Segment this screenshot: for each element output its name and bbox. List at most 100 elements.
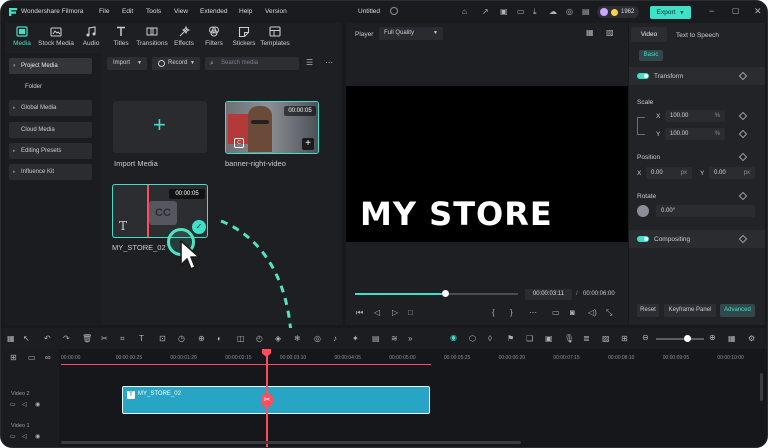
import-media-card[interactable]: + — [113, 101, 207, 153]
scale-x-field[interactable]: 100.00% — [665, 110, 725, 122]
sidebar-item-global-media[interactable]: ▸ Global Media — [9, 100, 92, 116]
gift-icon[interactable]: ⌂ — [462, 8, 467, 16]
progress-knob[interactable] — [441, 290, 449, 297]
play-icon[interactable]: ▷ — [392, 309, 398, 317]
credits-badge[interactable]: 1962 — [597, 6, 639, 18]
folder-icon[interactable]: ▭ — [10, 401, 16, 409]
horizontal-scrollbar[interactable] — [61, 441, 521, 444]
ripple-icon[interactable]: ≋ — [391, 335, 398, 343]
group-icon[interactable]: ▤ — [372, 335, 380, 343]
image-icon[interactable]: ▨ — [606, 29, 614, 37]
filter-icon[interactable]: ☰ — [306, 59, 313, 67]
sidebar-item-editing-presets[interactable]: ▸ Editing Presets — [9, 143, 92, 159]
prev-frame-icon[interactable]: ⏮ — [356, 309, 363, 317]
menu-edit[interactable]: Edit — [122, 8, 133, 15]
more-icon[interactable]: ⋯ — [325, 59, 333, 67]
volume-icon[interactable]: ◁) — [588, 309, 597, 317]
transform-toggle[interactable] — [637, 73, 649, 79]
position-x-field[interactable]: 0.00 px — [646, 167, 692, 179]
subtab-basic[interactable]: Basic — [639, 50, 663, 61]
record-button[interactable]: Record ▼ — [152, 57, 200, 70]
stop-icon[interactable]: □ — [408, 309, 413, 317]
timeline-clip[interactable]: T MY_STORE_02 — [122, 386, 430, 414]
add-to-timeline-button[interactable]: + — [302, 138, 314, 150]
menu-tools[interactable]: Tools — [146, 8, 161, 15]
delete-icon[interactable]: 🗑 — [82, 335, 92, 343]
more-icon[interactable]: ⋯ — [529, 309, 537, 317]
scissors-icon[interactable]: ✂ — [261, 393, 273, 407]
tab-stock-media[interactable]: Stock Media — [36, 26, 76, 47]
sidebar-item-influence-kit[interactable]: ▸ Influence Kit — [9, 164, 92, 180]
snap-icon[interactable]: ◉ — [450, 334, 457, 342]
sidebar-item-folder[interactable]: Folder — [9, 79, 92, 95]
media-thumb-banner[interactable]: 00:00:05 C + — [225, 101, 319, 154]
tab-text-to-speech[interactable]: Text to Speech — [676, 32, 719, 39]
display-icon[interactable]: ▭ — [552, 309, 560, 317]
link-icon[interactable]: ⊞ — [621, 335, 628, 343]
scene-icon[interactable]: ▣ — [545, 335, 553, 343]
freeze-icon[interactable]: ❄ — [294, 335, 301, 343]
link-icon[interactable] — [637, 117, 645, 135]
download-icon[interactable]: ⤓ — [533, 8, 537, 16]
image-icon[interactable]: ▨ — [602, 335, 610, 343]
zoom-tool-icon[interactable]: ⊕ — [198, 335, 205, 343]
volume-icon[interactable]: ◁ — [22, 401, 27, 409]
layout-icon[interactable]: ▣ — [500, 8, 508, 16]
quality-select[interactable]: Full Quality ▼ — [379, 27, 443, 40]
import-button[interactable]: Import ▼ — [107, 57, 147, 70]
text-tool-icon[interactable]: T — [139, 335, 144, 343]
mic-icon[interactable]: 🎙 — [564, 335, 574, 343]
mark-out-icon[interactable]: } — [510, 309, 513, 317]
support-icon[interactable]: ◎ — [566, 8, 573, 16]
motion-icon[interactable]: ◎ — [314, 335, 321, 343]
timeline-grid-icon[interactable]: ▦ — [728, 335, 736, 343]
menu-view[interactable]: View — [174, 8, 188, 15]
vertical-scrollbar[interactable] — [760, 373, 763, 401]
cloud-icon[interactable]: ☁ — [549, 8, 557, 16]
folder-icon[interactable]: ▭ — [10, 433, 16, 441]
rotate-dial[interactable] — [637, 205, 649, 217]
menu-file[interactable]: File — [99, 8, 109, 15]
reset-button[interactable]: Reset — [637, 304, 659, 317]
audio-icon[interactable]: ♪ — [333, 335, 337, 343]
export-button[interactable]: Export ▼ — [650, 6, 691, 19]
fullscreen-icon[interactable]: ⤡ — [606, 309, 612, 317]
shield-icon[interactable]: ◊ — [488, 335, 492, 343]
voice-icon[interactable]: ≣ — [583, 335, 590, 343]
crop-zoom-icon[interactable]: ⊡ — [159, 335, 166, 343]
close-icon[interactable]: ✕ — [754, 7, 762, 16]
compositing-toggle[interactable] — [637, 236, 649, 242]
zoom-slider[interactable] — [656, 335, 704, 342]
render-icon[interactable]: ⬡ — [469, 335, 476, 343]
progress-track[interactable] — [355, 290, 518, 297]
menu-version[interactable]: Version — [265, 8, 287, 15]
eye-icon[interactable]: ◉ — [35, 433, 40, 441]
tab-video[interactable]: Video — [631, 27, 667, 42]
split-icon[interactable]: ✂ — [101, 335, 108, 343]
zoom-out-icon[interactable]: ⊖ — [642, 334, 649, 342]
color-icon[interactable]: ◐ — [217, 335, 222, 343]
speed-icon[interactable]: ◷ — [178, 335, 185, 343]
snapshot-icon[interactable]: ▦ — [586, 29, 594, 37]
add-track-icon[interactable]: ⊞ — [10, 354, 17, 362]
timeline-settings-icon[interactable]: ⚙ — [748, 335, 755, 343]
eye-icon[interactable]: ◉ — [35, 401, 40, 409]
marker-icon[interactable]: ⚑ — [507, 335, 514, 343]
keyframe-panel-button[interactable]: Keyframe Panel — [664, 304, 716, 317]
minimize-icon[interactable]: − — [709, 7, 714, 16]
monitor-icon[interactable]: ▭ — [517, 8, 525, 16]
crop-icon[interactable]: ⌗ — [120, 335, 125, 343]
scale-y-field[interactable]: 100.00% — [665, 128, 725, 140]
zoom-in-icon[interactable]: ⊕ — [709, 334, 716, 342]
camera-icon[interactable]: ◙ — [570, 309, 575, 317]
mask-icon[interactable]: ◫ — [237, 335, 245, 343]
more-tools-icon[interactable]: » — [408, 335, 412, 343]
volume-icon[interactable]: ◁ — [22, 433, 27, 441]
undo-icon[interactable]: ↶ — [44, 335, 51, 343]
menu-extended[interactable]: Extended — [200, 8, 227, 15]
sidebar-item-project-media[interactable]: ▾ Project Media — [9, 58, 92, 74]
duration-icon[interactable]: ◴ — [256, 335, 263, 343]
tab-templates[interactable]: Templates — [255, 26, 295, 47]
position-y-field[interactable]: 0.00 px — [709, 167, 755, 179]
link-icon[interactable]: ∞ — [45, 354, 51, 362]
